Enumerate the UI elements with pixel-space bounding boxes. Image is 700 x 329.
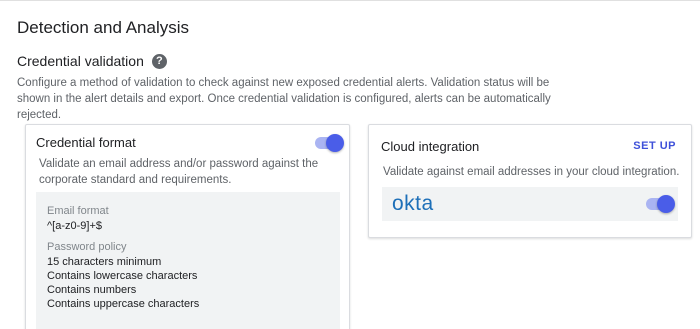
credential-format-details: Email format ^[a-z0-9]+$ Password policy… [36, 192, 340, 329]
section-title: Detection and Analysis [17, 18, 189, 37]
credential-format-card: Credential format Validate an email addr… [25, 124, 350, 329]
password-policy-item: Contains lowercase characters [47, 270, 198, 282]
okta-integration-row: okta [382, 187, 678, 221]
cloud-integration-description: Validate against email addresses in your… [383, 166, 680, 178]
okta-logo: okta [392, 192, 434, 215]
credential-validation-description: Configure a method of validation to chec… [17, 77, 551, 121]
top-divider [0, 0, 700, 1]
email-format-label: Email format [47, 205, 109, 217]
credential-validation-header: Credential validation ? [17, 53, 167, 69]
toggle-knob [657, 195, 675, 213]
toggle-knob [326, 134, 344, 152]
credential-format-toggle[interactable] [315, 134, 344, 152]
email-format-value: ^[a-z0-9]+$ [47, 220, 102, 232]
credential-format-title: Credential format [36, 135, 136, 150]
password-policy-item: Contains numbers [47, 284, 137, 296]
cloud-integration-title: Cloud integration [381, 139, 480, 154]
credential-validation-title: Credential validation [17, 53, 144, 69]
cloud-integration-card: Cloud integration SET UP Validate agains… [368, 124, 692, 238]
password-policy-label: Password policy [47, 241, 127, 253]
password-policy-item: Contains uppercase characters [47, 298, 200, 310]
okta-toggle[interactable] [646, 195, 675, 213]
help-icon[interactable]: ? [151, 53, 167, 69]
password-policy-item: 15 characters minimum [47, 256, 162, 268]
setup-button[interactable]: SET UP [633, 140, 676, 152]
credential-format-description: Validate an email address and/or passwor… [39, 158, 319, 186]
page: Detection and Analysis Credential valida… [0, 0, 700, 329]
